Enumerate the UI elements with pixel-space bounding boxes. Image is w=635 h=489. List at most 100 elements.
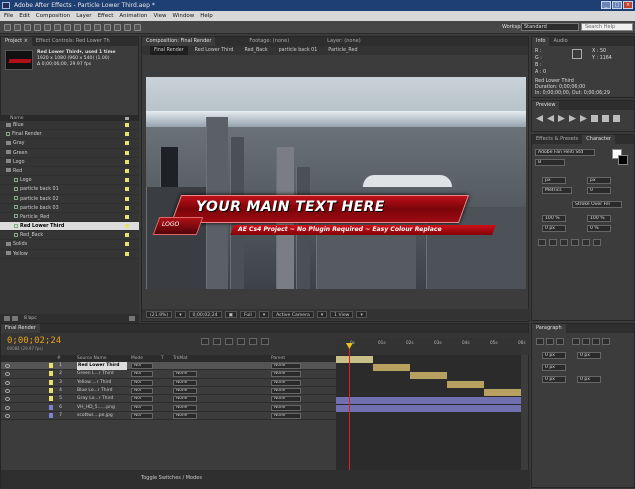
type-tool-icon[interactable] [84, 24, 91, 31]
draft-3d-icon[interactable] [201, 338, 209, 345]
resolution-dropdown-icon[interactable]: ▾ [258, 311, 270, 318]
label-color-swatch[interactable] [125, 214, 129, 219]
layer-source-name[interactable]: Yellow ...r Third [77, 379, 127, 387]
menu-animation[interactable]: Animation [119, 11, 147, 21]
view-layout-select[interactable]: 1 View [330, 311, 354, 318]
rotate-tool-icon[interactable] [34, 24, 41, 31]
project-item[interactable]: Logo [0, 176, 139, 186]
mask-tool-icon[interactable] [64, 24, 71, 31]
baseline-shift-field[interactable]: 0 px [542, 225, 566, 232]
project-item[interactable]: Yellow [0, 250, 139, 259]
timeline-layer[interactable]: 4 Blue Lo...r Third Nor None None [1, 387, 336, 396]
font-family-select[interactable]: Adobe Fan Heiti Std [535, 149, 595, 156]
layer-duration-bar[interactable] [336, 405, 521, 413]
workspace-select[interactable]: Standard [521, 23, 579, 31]
layer-source-name[interactable]: VH_HD_5......png [77, 404, 127, 412]
label-color-swatch[interactable] [125, 178, 129, 183]
layer-duration-bar[interactable] [410, 372, 447, 380]
timeline-layer[interactable]: 1 Red Lower Third Nor None [1, 362, 336, 371]
space-before-field[interactable]: 0 px [542, 376, 566, 383]
visibility-eye-icon[interactable] [5, 380, 10, 385]
nav-particle-red[interactable]: Particle_Red [324, 46, 361, 55]
previous-frame-icon[interactable] [547, 115, 554, 122]
current-time-display[interactable]: 0;00;02;24 [188, 311, 222, 318]
time-ruler[interactable]: 0s 01s 02s 03s 04s 05s 06s [336, 338, 526, 355]
blend-mode-select[interactable]: Nor [131, 412, 153, 419]
menu-window[interactable]: Window [173, 11, 195, 21]
project-item[interactable]: Final Render [0, 130, 139, 140]
label-color-swatch[interactable] [125, 123, 129, 127]
project-item[interactable]: Red [0, 167, 139, 177]
camera-select[interactable]: Active Camera [272, 311, 314, 318]
composition-canvas[interactable]: YOUR MAIN TEXT HERE LOGO AE Cs4 Project … [146, 77, 526, 289]
last-frame-icon[interactable] [580, 115, 587, 122]
interpret-footage-icon[interactable] [4, 316, 10, 321]
brainstorm-icon[interactable] [249, 338, 257, 345]
nav-red-lower-third[interactable]: Red Lower Third [191, 46, 238, 55]
graph-editor-icon[interactable] [261, 338, 269, 345]
stroke-color-swatch[interactable] [618, 155, 628, 165]
layer-label-color[interactable] [49, 363, 53, 368]
label-color-swatch[interactable] [125, 187, 129, 192]
track-matte-select[interactable]: None [173, 396, 197, 403]
layer-duration-bar[interactable] [336, 397, 521, 405]
parent-select[interactable]: None [271, 404, 301, 411]
layer-source-name[interactable]: Blue Lo...r Third [77, 387, 127, 395]
justify-right-button[interactable] [592, 338, 600, 345]
justify-all-button[interactable] [602, 338, 610, 345]
vertical-scale-field[interactable]: 100 % [542, 215, 566, 222]
justify-center-button[interactable] [582, 338, 590, 345]
leading-field[interactable]: px [587, 177, 611, 184]
timeline-layer[interactable]: 3 Yellow ...r Third Nor None None [1, 379, 336, 387]
visibility-eye-icon[interactable] [5, 372, 10, 377]
track-matte-select[interactable]: None [173, 387, 197, 394]
pen-tool-icon[interactable] [74, 24, 81, 31]
blend-mode-select[interactable]: Nor [131, 379, 153, 386]
blend-mode-select[interactable]: Nor [131, 371, 153, 378]
eraser-tool-icon[interactable] [114, 24, 121, 31]
layer-duration-bar[interactable] [447, 380, 484, 388]
project-item[interactable]: Green [0, 149, 139, 158]
menu-help[interactable]: Help [200, 11, 213, 21]
bit-depth-label[interactable]: 8 bpc [24, 316, 37, 321]
parent-select[interactable]: None [271, 371, 301, 378]
layer-label-color[interactable] [49, 379, 53, 385]
timeline-layer[interactable]: 2 Green L...r Third Nor None None [1, 370, 336, 379]
horizontal-scale-field[interactable]: 100 % [587, 215, 611, 222]
font-size-field[interactable]: px [542, 177, 566, 184]
label-color-swatch[interactable] [125, 141, 129, 146]
project-item[interactable]: Logo [0, 158, 139, 167]
project-item[interactable]: Particle_Red [0, 213, 139, 223]
tab-footage[interactable]: Footage: (none) [245, 37, 293, 46]
menu-view[interactable]: View [153, 11, 166, 21]
tab-preview[interactable]: Preview [532, 101, 560, 110]
resolution-select[interactable]: Full [239, 311, 256, 318]
stroke-mode-select[interactable]: Stroke Over Fill [572, 201, 622, 208]
motion-blur-icon[interactable] [237, 338, 245, 345]
brush-tool-icon[interactable] [94, 24, 101, 31]
pan-behind-tool-icon[interactable] [54, 24, 61, 31]
blend-mode-select[interactable]: Nor [131, 404, 153, 411]
menu-file[interactable]: File [4, 11, 13, 21]
align-right-button[interactable] [556, 338, 564, 345]
zoom-tool-icon[interactable] [24, 24, 31, 31]
project-item[interactable]: Gray [0, 139, 139, 149]
loop-icon[interactable] [602, 115, 609, 122]
minimize-button[interactable]: _ [601, 1, 611, 9]
tab-paragraph[interactable]: Paragraph [532, 324, 566, 333]
col-source-name[interactable]: Source Name [77, 355, 106, 362]
visibility-eye-icon[interactable] [5, 397, 10, 402]
tab-final-render[interactable]: Final Render [1, 324, 40, 333]
visibility-eye-icon[interactable] [5, 364, 10, 368]
visibility-eye-icon[interactable] [5, 388, 10, 393]
selection-tool-icon[interactable] [4, 24, 11, 31]
project-item[interactable]: Blue [0, 121, 139, 131]
first-frame-icon[interactable] [536, 115, 543, 122]
view-layout-dropdown-icon[interactable]: ▾ [356, 311, 367, 318]
track-matte-select[interactable]: None [173, 371, 197, 378]
label-color-swatch[interactable] [125, 132, 129, 137]
roto-brush-tool-icon[interactable] [124, 24, 131, 31]
project-item[interactable]: particle back 02 [0, 195, 139, 204]
tab-audio[interactable]: Audio [549, 37, 571, 46]
tab-character[interactable]: Character [582, 135, 615, 144]
